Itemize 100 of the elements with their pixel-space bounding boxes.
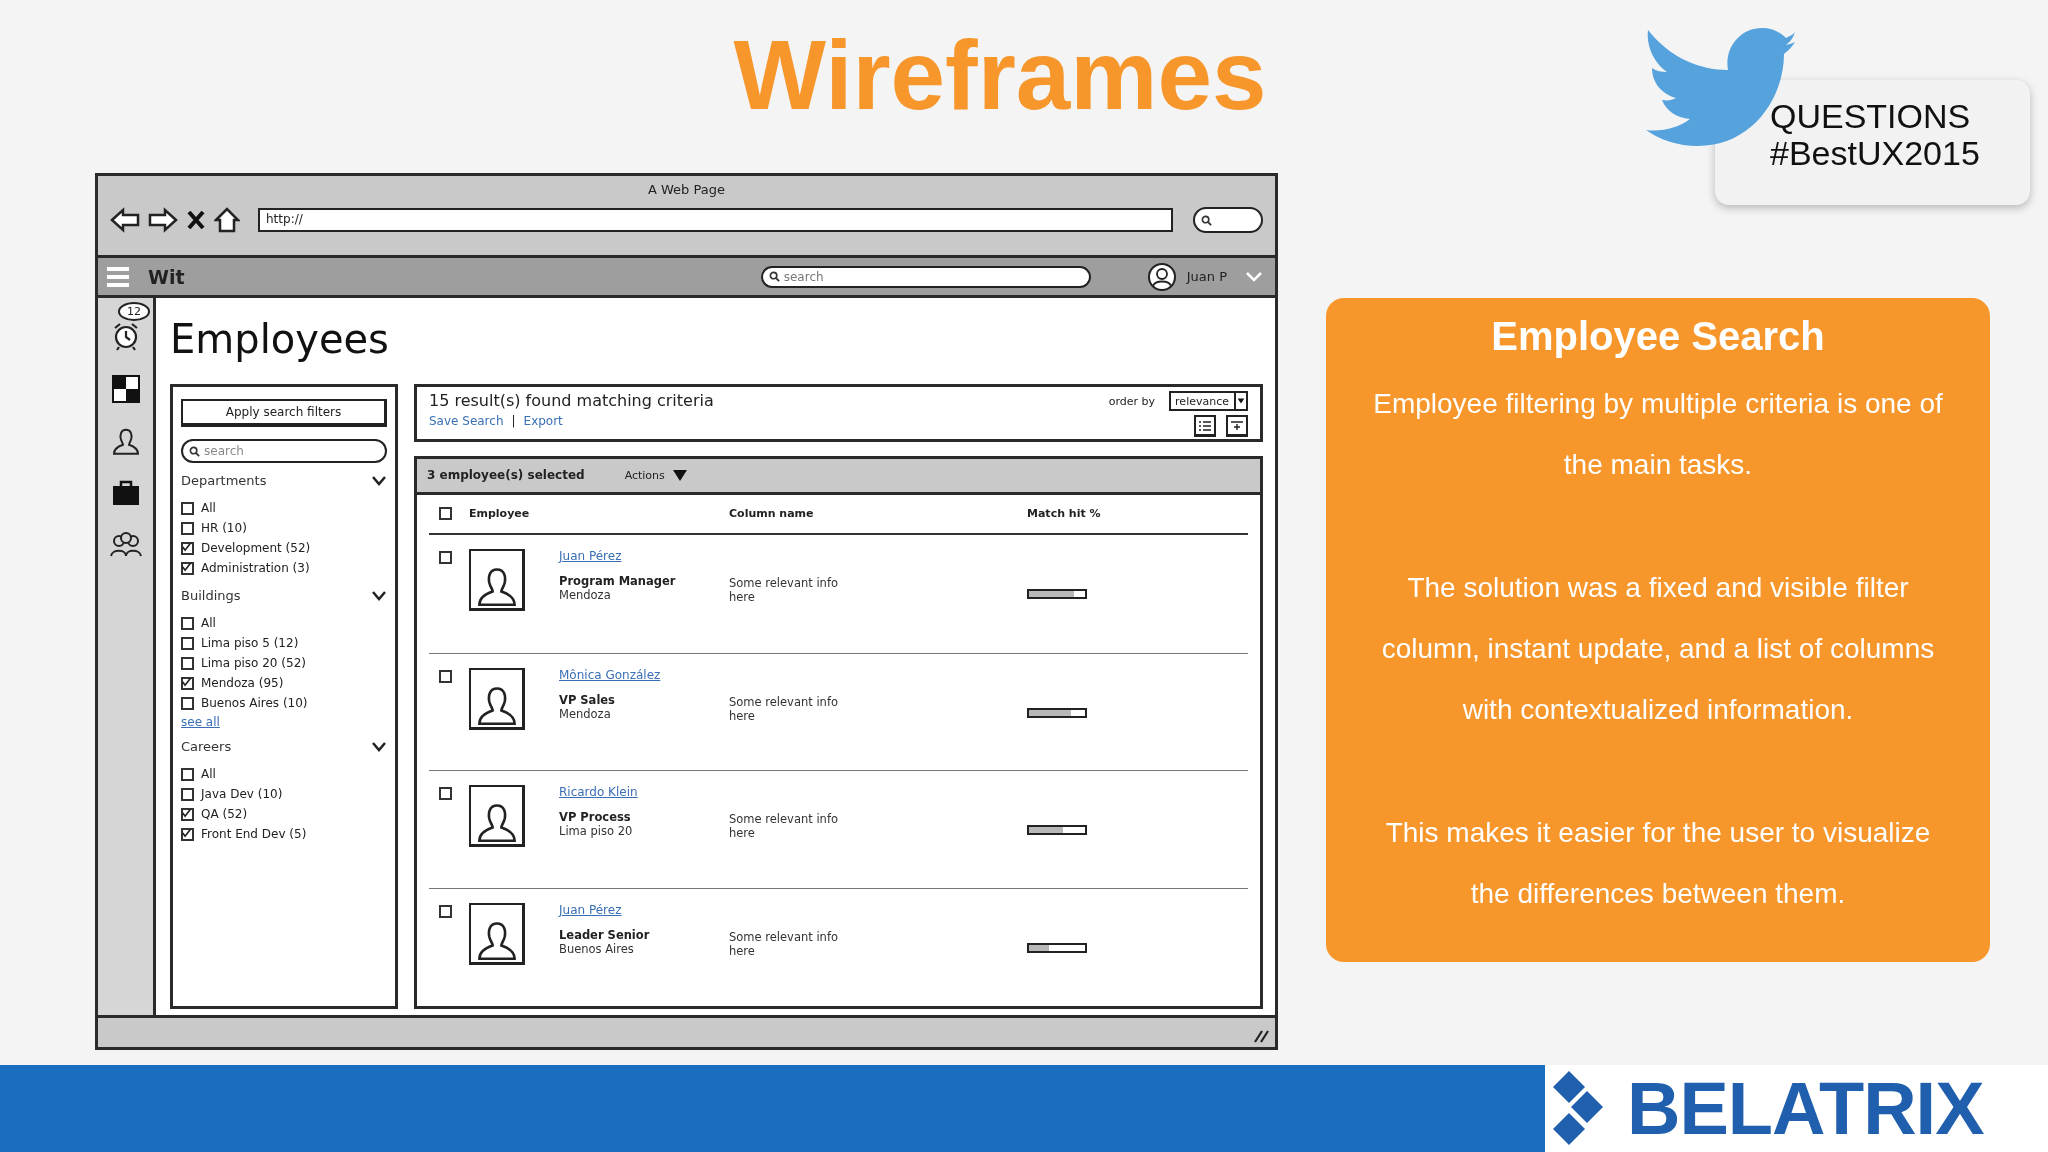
filter-label: Mendoza (95) <box>201 676 284 690</box>
panel-paragraph: Employee filtering by multiple criteria is one of the main tasks. <box>1372 387 1944 482</box>
employee-role: Program Manager <box>559 573 677 588</box>
employee-role: VP Sales <box>559 692 616 707</box>
checkbox[interactable] <box>181 616 194 630</box>
checkbox[interactable] <box>181 541 194 555</box>
employee-name-link[interactable]: Juan Pérez <box>559 548 622 563</box>
employee-name-link[interactable]: Juan Pérez <box>559 903 622 918</box>
section-title: Buildings <box>181 588 241 603</box>
employee-location: Buenos Aires <box>559 942 635 957</box>
browser-search-field[interactable] <box>1193 207 1263 233</box>
filter-icon <box>1230 419 1244 432</box>
chevron-down-icon[interactable] <box>371 589 387 602</box>
panel-paragraph: This makes it easier for the user to visualize the differences between them. <box>1384 816 1932 911</box>
checkbox[interactable] <box>181 787 194 801</box>
info-text: Some relevant info here <box>729 693 839 723</box>
panel-title: Employee Search <box>1491 314 1825 359</box>
filter-label: Lima piso 5 (12) <box>201 636 299 650</box>
user-name: Juan P <box>1186 269 1227 284</box>
checkbox[interactable] <box>181 501 194 515</box>
employee-location: Mendoza <box>559 587 611 602</box>
brand-wordmark: BELATRIX <box>1627 1071 1984 1146</box>
employee-name-link[interactable]: Ricardo Klein <box>559 785 638 800</box>
checkbox[interactable] <box>181 676 194 690</box>
chevron-down-icon[interactable] <box>371 740 387 753</box>
chevron-down-icon[interactable] <box>371 474 387 487</box>
caret-icon <box>672 469 687 481</box>
filter-label: All <box>201 501 216 515</box>
page-title: Employees <box>170 315 390 364</box>
people-icon[interactable] <box>109 530 142 558</box>
employee-name-link[interactable]: Mônica González <box>559 667 661 682</box>
apply-filters-button[interactable]: Apply search filters <box>181 399 387 427</box>
close-icon[interactable] <box>186 209 206 231</box>
checkbox[interactable] <box>181 656 194 670</box>
back-icon[interactable] <box>110 207 140 233</box>
menu-icon[interactable] <box>106 265 130 288</box>
link-separator: | <box>511 414 516 428</box>
actions-button[interactable]: Actions <box>624 468 687 482</box>
column-header: Column name <box>729 507 815 521</box>
employee-location: Mendoza <box>559 706 612 721</box>
panel-paragraph: The solution was a fixed and visible filter column, instant update, and a list of columns with contextualized information. <box>1380 571 1936 727</box>
filter-label: Front End Dev (5) <box>201 827 307 841</box>
filter-label: All <box>201 767 216 781</box>
employee-role: Leader Senior <box>559 928 651 943</box>
results-summary: 15 result(s) found matching criteria <box>429 391 714 410</box>
info-text: Some relevant info here <box>729 929 839 959</box>
checkbox[interactable] <box>439 507 452 521</box>
search-field[interactable]: search <box>760 265 1091 288</box>
avatar-icon <box>1146 261 1177 292</box>
url-field[interactable]: http:// <box>258 208 1173 232</box>
column-header: Employee <box>469 507 531 521</box>
home-icon[interactable] <box>214 207 240 233</box>
order-label: order by <box>1108 394 1156 408</box>
list-view-button[interactable] <box>1194 415 1216 437</box>
filter-label: Java Dev (10) <box>201 787 283 801</box>
order-select[interactable]: relevance <box>1169 391 1248 411</box>
section-title: Departments <box>181 473 267 488</box>
resize-grip-icon[interactable] <box>1253 1029 1269 1043</box>
app-name: Wit <box>148 265 186 288</box>
section-title: Careers <box>181 739 232 754</box>
filter-label: All <box>201 616 216 630</box>
filter-label: Development (52) <box>201 541 311 555</box>
see-all-link[interactable]: see all <box>181 715 387 729</box>
checkbox[interactable] <box>439 550 452 564</box>
checkbox[interactable] <box>439 905 452 919</box>
column-header: Match hit % <box>1027 507 1102 521</box>
caret-icon <box>1234 393 1246 409</box>
search-icon <box>189 445 200 457</box>
filter-label: Buenos Aires (10) <box>201 696 308 710</box>
filter-button[interactable] <box>1226 415 1248 437</box>
checkbox[interactable] <box>181 696 194 710</box>
action-link[interactable]: Save Search <box>429 414 504 428</box>
questions-text: QUESTIONS <box>1770 98 1972 135</box>
window-title: A Web Page <box>648 182 725 197</box>
action-link[interactable]: Export <box>523 414 563 428</box>
filter-label: Administration (3) <box>201 561 310 575</box>
checkbox[interactable] <box>181 767 194 781</box>
checkbox[interactable] <box>181 636 194 650</box>
search-icon <box>768 271 780 282</box>
questions-text: #BestUX2015 <box>1770 134 1981 172</box>
checkbox[interactable] <box>181 807 194 821</box>
checkbox[interactable] <box>439 669 452 683</box>
checkbox[interactable] <box>181 561 194 575</box>
checkbox[interactable] <box>439 787 452 801</box>
slide-title: Wireframes <box>733 22 1267 130</box>
info-text: Some relevant info here <box>729 811 839 841</box>
grid-icon[interactable] <box>110 374 141 404</box>
info-text: Some relevant info here <box>729 574 839 604</box>
checkbox[interactable] <box>181 521 194 535</box>
checkbox[interactable] <box>181 827 194 841</box>
search-icon <box>1201 214 1212 226</box>
forward-icon[interactable] <box>148 207 178 233</box>
briefcase-icon[interactable] <box>110 478 141 508</box>
filter-label: HR (10) <box>201 521 247 535</box>
employee-role: VP Process <box>559 810 632 825</box>
person-icon[interactable] <box>110 426 141 456</box>
filter-search-field[interactable]: search <box>181 439 387 463</box>
selection-summary: 3 employee(s) selected <box>427 468 585 483</box>
employee-location: Lima piso 20 <box>559 824 634 839</box>
notification-badge: 12 <box>118 302 150 321</box>
